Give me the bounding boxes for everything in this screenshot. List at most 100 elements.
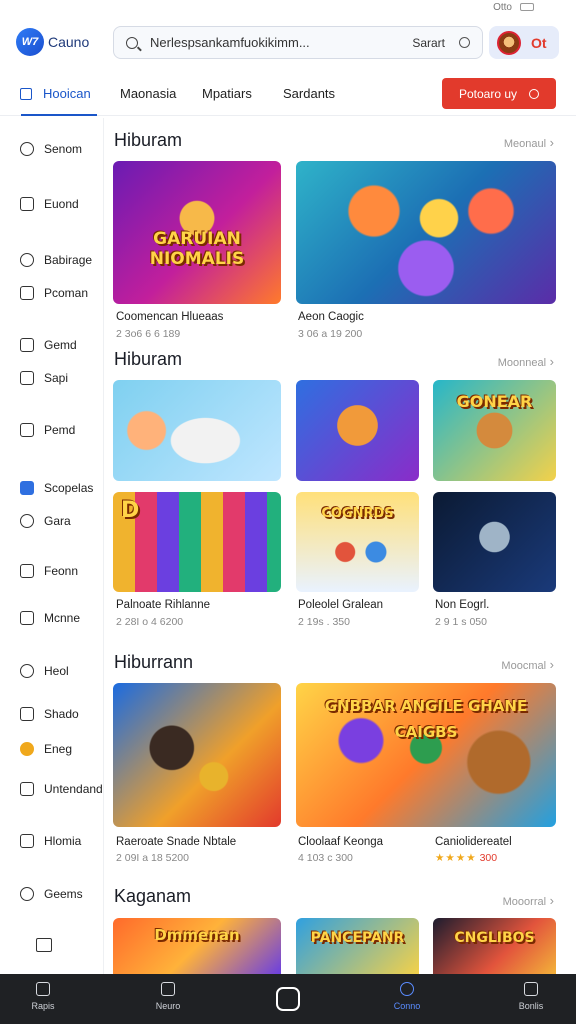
star-rating-icon: ★★★★ [435,852,477,864]
app-logo[interactable]: W7 [16,28,44,56]
sidebar-item-6[interactable]: Sapi [20,371,68,385]
sidebar-item-3[interactable]: Babirage [20,253,92,267]
mic-icon[interactable] [459,37,470,48]
home-icon [36,982,50,996]
game-logo-text: PANCEPANR [310,930,405,946]
game-card[interactable]: CNGLIBOS [433,918,556,974]
tab-3[interactable]: Mpatiars [202,86,252,101]
tab-2[interactable]: Maonasia [120,86,176,101]
game-meta: 2 19s . 350 [298,616,350,628]
see-more-link[interactable]: Mooorral [503,893,554,908]
bag-icon [20,707,34,721]
sidebar-item-12[interactable]: Heol [20,664,69,678]
sidebar-item-14[interactable]: Eneg [20,742,72,756]
see-more-link[interactable]: Moonneal [498,354,554,369]
home-button[interactable] [276,987,300,1011]
book-icon [20,286,34,300]
sidebar-label: Scopelas [44,481,94,495]
nav-item-1[interactable]: Rapis [13,982,73,1011]
game-card[interactable]: PANCEPANR [296,918,419,974]
game-logo-text: COGNRDS [321,506,394,521]
game-title[interactable]: Coomencan Hlueaas [116,311,223,323]
grid-icon [20,481,34,495]
sidebar-item-2[interactable]: Euond [20,197,79,211]
sidebar-item-10[interactable]: Feonn [20,564,78,578]
search-button[interactable]: Sarart [412,36,445,50]
game-card[interactable] [296,380,419,481]
sidebar-label: Senom [44,142,83,156]
calendar-icon [20,371,34,385]
game-title[interactable]: Aeon Caogic [298,311,364,323]
nav-item-5[interactable]: Bonlis [501,982,561,1011]
chat-icon [161,982,175,996]
sidebar-label: Pcoman [44,286,89,300]
game-thumbnail [433,492,556,592]
game-card[interactable] [113,380,281,481]
sidebar-item-13[interactable]: Shado [20,707,79,721]
game-title[interactable]: Cloolaaf Keonga [298,836,383,848]
phone-icon [20,834,34,848]
sidebar-item-1[interactable]: Senom [20,142,82,156]
promo-button[interactable]: Potoaro uy [442,78,556,109]
game-card[interactable]: COGNRDS [296,492,419,592]
app-root: Otto W7 Cauno Nerlespsankamfuokikimm... … [0,0,576,1024]
game-card[interactable]: Dmmenan [113,918,281,974]
game-title[interactable]: Caniolidereatel [435,836,512,848]
game-card[interactable]: GONEAR [433,380,556,481]
game-card[interactable]: D [113,492,281,592]
see-more-link[interactable]: Moocmal [501,657,554,672]
avatar[interactable] [497,30,521,55]
game-card[interactable] [296,161,556,304]
user-icon [20,664,34,678]
status-text: Otto [493,1,512,13]
bell-icon [524,982,538,996]
sidebar-item-5[interactable]: Gemd [20,338,77,352]
nav-item-2[interactable]: Neuro [138,982,198,1011]
nav-label: Bonlis [518,1001,544,1011]
game-card[interactable]: GARUIAN NIOMALIS [113,161,281,304]
section-title: Hiburam [114,349,183,369]
lock-icon[interactable] [36,938,52,952]
game-thumbnail [296,161,556,304]
game-title[interactable]: Raeroate Snade Nbtale [116,836,236,848]
nav-item-4[interactable]: Conno [377,982,437,1011]
search-bar[interactable]: Nerlespsankamfuokikimm... Sarart [113,26,483,59]
game-card[interactable] [113,683,281,827]
tab-4[interactable]: Sardants [283,86,335,101]
game-logo-text: Dmmenan [154,926,240,944]
game-title[interactable]: Non Eogrl. [435,599,489,611]
search-input[interactable]: Nerlespsankamfuokikimm... [150,35,412,50]
game-title[interactable]: Palnoate Rihlanne [116,599,210,611]
sidebar-item-9[interactable]: Gara [20,514,71,528]
user-menu[interactable]: Ot [489,26,559,59]
sidebar-item-15[interactable]: Untendand [20,782,103,796]
sidebar-item-4[interactable]: Pcoman [20,286,88,300]
game-title[interactable]: Poleolel Gralean [298,599,383,611]
sidebar-label: Untendand [44,782,103,796]
sidebar-item-11[interactable]: Mcnne [20,611,80,625]
home-icon [20,142,34,156]
game-thumbnail: PANCEPANR [296,918,419,974]
game-meta: 2 3o6 6 6 189 [116,328,181,340]
status-bar: Otto [0,0,576,14]
game-card[interactable]: GNBBAR ANGILE GHANE CAIGBS [296,683,556,827]
sidebar-item-8[interactable]: Scopelas [20,481,93,495]
nav-label: Rapis [31,1001,55,1011]
list-icon [20,611,34,625]
game-card[interactable] [433,492,556,592]
tab-home[interactable]: Hooican [21,86,97,116]
game-meta: 2 9 1 s 050 [435,616,487,628]
bottom-nav: Rapis Neuro Conno Bonlis [0,974,576,1024]
sidebar-label: Sapi [44,371,69,385]
search-icon [126,36,138,49]
sidebar-label: Eneg [44,742,73,756]
sidebar-item-7[interactable]: Pemd [20,423,75,437]
game-logo-text: GONEAR [456,392,533,411]
see-more-link[interactable]: Meonaul [504,135,554,150]
sidebar-item-17[interactable]: Geems [20,887,83,901]
profile-icon [400,982,414,996]
sidebar-label: Gemd [44,338,77,352]
sidebar-label: Heol [44,664,69,678]
sidebar-item-16[interactable]: Hlomia [20,834,81,848]
game-thumbnail: CNGLIBOS [433,918,556,974]
